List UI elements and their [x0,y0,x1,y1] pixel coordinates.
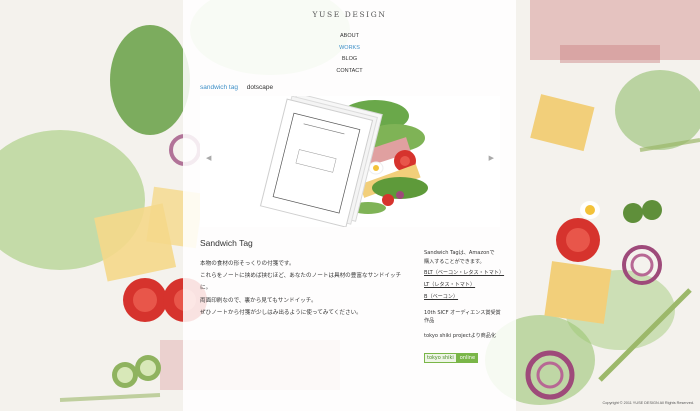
sandwich-tag-product-image [200,96,500,227]
work-title: Sandwich Tag [200,238,253,248]
site-logo[interactable]: YUSE DESIGN [183,10,516,19]
work-tabs: sandwich tag dotscape [200,84,280,91]
link-blt[interactable]: BLT（ベーコン・レタス・トマト） [424,267,514,279]
tab-dotscape[interactable]: dotscape [247,84,273,91]
nav-blog[interactable]: BLOG [183,54,516,66]
amazon-text: 購入することができます。 [424,258,485,265]
description-line: 本物の食材の形そっくりの付箋です。 [200,261,295,267]
image-slider: ◀ ▶ [200,96,500,227]
amazon-text: Sandwich Tagは、Amazonで [424,250,495,256]
award-text: 作品 [424,318,435,325]
product-text: tokyo shiki projectより商品化 [424,333,496,340]
content-column: YUSE DESIGN ABOUT WORKS BLOG CONTACT san… [183,0,516,411]
description-line: 両面印刷なので、裏から見てもサンドイッチ。 [200,297,317,304]
work-description: 本物の食材の形そっくりの付箋です。 これらをノートに挟めば挟むほど、あなたのノー… [200,258,410,319]
tokyo-shiki-online-badge[interactable]: tokyo shiki online [424,344,514,363]
slider-prev-icon[interactable]: ◀ [206,154,211,162]
tab-sandwich-tag[interactable]: sandwich tag [200,84,238,91]
main-nav: ABOUT WORKS BLOG CONTACT [183,31,516,77]
copyright-text: Copyright © 2011 YUSE DESIGN All Rights … [602,401,694,405]
nav-about[interactable]: ABOUT [183,31,516,43]
description-line: これらをノートに挟めば挟むほど、あなたのノートは具材の豊富なサンドイッチに。 [200,273,402,292]
nav-works[interactable]: WORKS [183,43,516,55]
side-info: Sandwich Tagは、Amazonで 購入することができます。 BLT（ベ… [424,249,514,363]
nav-contact[interactable]: CONTACT [183,66,516,78]
badge-online[interactable]: online [456,352,479,363]
description-line: ぜひノートから付箋が少しはみ出るように使ってみてください。 [200,309,362,316]
link-lt[interactable]: LT（レタス・トマト） [424,279,514,291]
link-b[interactable]: B（ベーコン） [424,291,514,303]
badge-tokyo-shiki[interactable]: tokyo shiki [424,352,457,363]
slider-next-icon[interactable]: ▶ [489,154,494,162]
award-text: 10th SICF オーディエンス賞受賞 [424,309,501,316]
